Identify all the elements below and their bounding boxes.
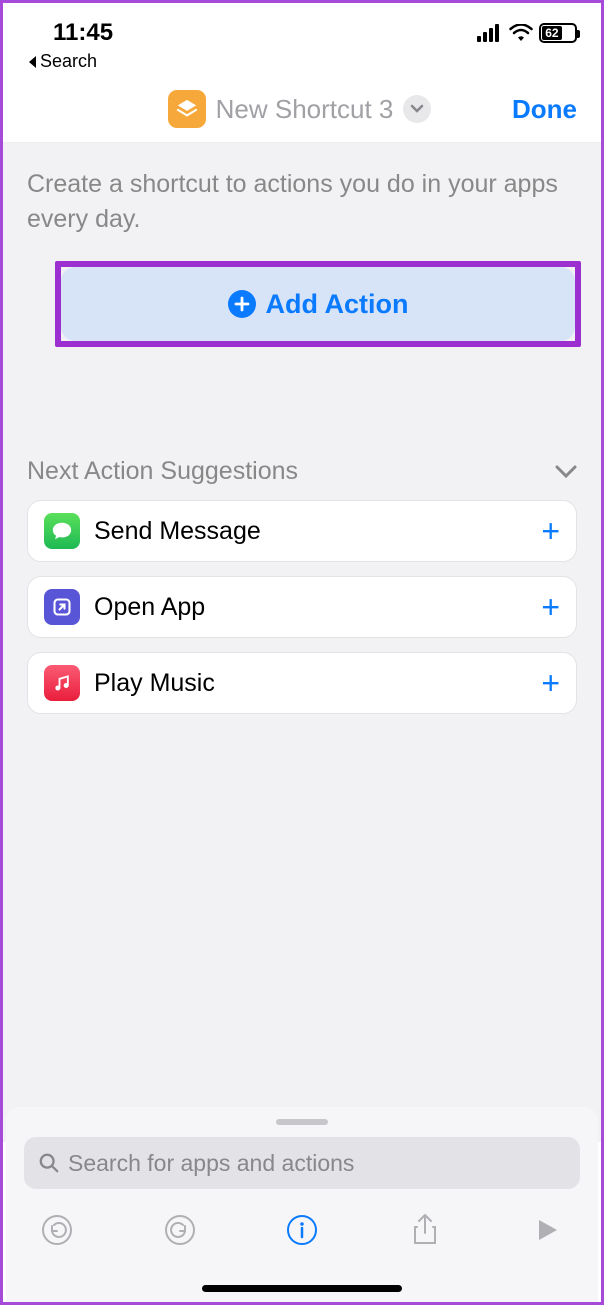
chevron-down-icon bbox=[555, 465, 577, 479]
add-action-highlight: Add Action bbox=[55, 261, 581, 347]
suggestion-send-message[interactable]: Send Message + bbox=[27, 500, 577, 562]
back-to-search[interactable]: Search bbox=[3, 51, 601, 80]
wifi-icon bbox=[509, 24, 533, 42]
back-caret-icon bbox=[27, 55, 38, 69]
back-label: Search bbox=[40, 51, 97, 72]
open-app-icon bbox=[44, 589, 80, 625]
bottom-panel: Search for apps and actions bbox=[6, 1107, 598, 1302]
home-indicator[interactable] bbox=[202, 1285, 402, 1292]
search-placeholder: Search for apps and actions bbox=[68, 1150, 354, 1177]
info-button[interactable] bbox=[283, 1211, 321, 1249]
search-icon bbox=[38, 1152, 60, 1174]
messages-icon bbox=[44, 513, 80, 549]
status-bar: 11:45 62 bbox=[3, 3, 601, 51]
status-time: 11:45 bbox=[53, 19, 113, 47]
battery-level: 62 bbox=[545, 26, 558, 40]
suggestions-header[interactable]: Next Action Suggestions bbox=[27, 457, 577, 486]
battery-icon: 62 bbox=[539, 23, 577, 43]
status-indicators: 62 bbox=[477, 23, 577, 43]
share-icon bbox=[411, 1213, 439, 1247]
suggestions-header-label: Next Action Suggestions bbox=[27, 457, 298, 486]
toolbar bbox=[24, 1189, 580, 1279]
music-icon bbox=[44, 665, 80, 701]
shortcut-title-group[interactable]: New Shortcut 3 bbox=[87, 90, 512, 128]
done-button[interactable]: Done bbox=[512, 94, 577, 125]
redo-button[interactable] bbox=[161, 1211, 199, 1249]
share-button[interactable] bbox=[406, 1211, 444, 1249]
shortcut-app-icon bbox=[168, 90, 206, 128]
undo-icon bbox=[41, 1214, 73, 1246]
main-content: Create a shortcut to actions you do in y… bbox=[3, 143, 601, 1142]
grab-handle[interactable] bbox=[276, 1119, 328, 1125]
play-icon bbox=[534, 1217, 560, 1243]
add-suggestion-button[interactable]: + bbox=[541, 513, 560, 550]
suggestion-label: Send Message bbox=[94, 517, 541, 546]
search-bar[interactable]: Search for apps and actions bbox=[24, 1137, 580, 1189]
plus-circle-icon bbox=[228, 290, 256, 318]
add-action-label: Add Action bbox=[266, 289, 409, 320]
redo-icon bbox=[164, 1214, 196, 1246]
title-dropdown[interactable] bbox=[403, 95, 431, 123]
run-button[interactable] bbox=[528, 1211, 566, 1249]
shortcut-title: New Shortcut 3 bbox=[216, 94, 394, 125]
suggestion-play-music[interactable]: Play Music + bbox=[27, 652, 577, 714]
add-action-button[interactable]: Add Action bbox=[61, 267, 575, 341]
info-icon bbox=[286, 1214, 318, 1246]
suggestion-label: Open App bbox=[94, 593, 541, 622]
undo-button[interactable] bbox=[38, 1211, 76, 1249]
cellular-icon bbox=[477, 24, 503, 42]
add-suggestion-button[interactable]: + bbox=[541, 665, 560, 702]
nav-bar: New Shortcut 3 Done bbox=[3, 80, 601, 143]
intro-text: Create a shortcut to actions you do in y… bbox=[27, 167, 577, 237]
suggestion-label: Play Music bbox=[94, 669, 541, 698]
chevron-down-icon bbox=[410, 104, 424, 114]
add-suggestion-button[interactable]: + bbox=[541, 589, 560, 626]
suggestion-open-app[interactable]: Open App + bbox=[27, 576, 577, 638]
